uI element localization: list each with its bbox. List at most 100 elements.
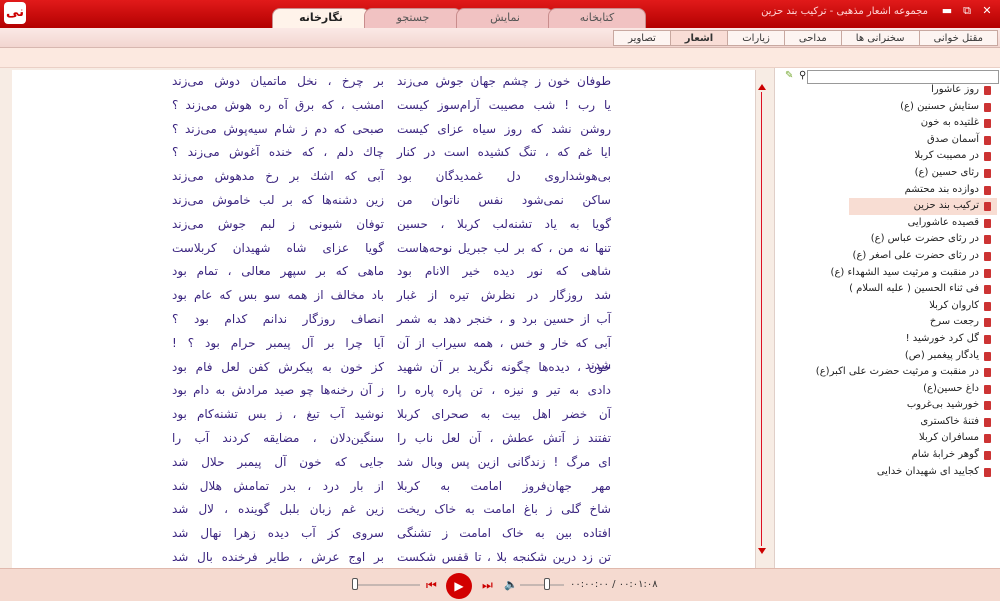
document-icon — [984, 202, 991, 212]
volume-icon[interactable]: 🔈 — [504, 578, 518, 591]
poem-line: چاك دلم ، که خنده آغوش می‌زند ؟ — [172, 145, 384, 160]
list-item[interactable]: کاروان کربلا — [775, 298, 997, 315]
play-button[interactable]: ▶ — [446, 573, 472, 599]
poem-right-column: طوفان خون ز چشم جهان جوش می‌زند یا رب ! ش… — [397, 70, 611, 568]
list-item[interactable]: در مصیبت کربلا — [775, 148, 997, 165]
list-item[interactable]: غلتیده به خون — [775, 115, 997, 132]
list-item-label: رثای حسین (ع) — [914, 166, 979, 178]
list-item[interactable]: دوازده بند محتشم — [775, 182, 997, 199]
poem-line: ایا غم که ، تنگ کشیده است در کنار — [397, 145, 611, 160]
poem-line: از بار درد ، بدر تمامش هلال شد — [172, 478, 384, 493]
document-icon — [984, 218, 991, 228]
list-item-label: فی ثناء الحسین ( علیه السلام ) — [849, 283, 979, 295]
list-item-label: کاروان کربلا — [929, 299, 979, 311]
document-icon — [984, 235, 991, 245]
poem-line: آب از حسین برد و ، خنجر دهد به شمر — [397, 311, 611, 326]
tab-search[interactable]: جستجو — [364, 8, 462, 28]
list-item[interactable]: داغ حسین(ع) — [775, 381, 997, 398]
poem-line: گویا به یاد تشنه‌لب کربلا ، حسین — [397, 216, 611, 231]
subtab-speeches[interactable]: سخنرانی ها — [840, 30, 920, 46]
volume-knob[interactable] — [544, 578, 550, 590]
poem-text-pane[interactable]: طوفان خون ز چشم جهان جوش می‌زند یا رب ! ش… — [12, 70, 756, 568]
list-item-label: ترکیب بند حزین — [913, 200, 979, 212]
subtab-maqtal[interactable]: مقتل خوانی — [918, 30, 998, 46]
list-item-label: رجعت سرخ — [929, 316, 979, 328]
document-icon — [984, 86, 991, 95]
seek-slider[interactable] — [356, 584, 420, 586]
list-item[interactable]: فتنهٔ خاکستری — [775, 414, 997, 431]
poem-line: ساکن نمی‌شود نفس ناتوان من — [397, 192, 611, 207]
list-item[interactable]: در رثای حضرت عباس (ع) — [775, 231, 997, 248]
pen-icon[interactable]: ✎ — [785, 70, 793, 81]
list-item-label: یادگار پیغمبر (ص) — [904, 349, 979, 361]
list-item[interactable]: فی ثناء الحسین ( علیه السلام ) — [775, 281, 997, 298]
list-item[interactable]: در منقبت و مرثیت حضرت علی اکبر(ع) — [775, 364, 997, 381]
close-icon[interactable]: ✕ — [980, 4, 994, 18]
document-icon — [984, 434, 991, 444]
time-display: ۰۰:۰۰:۰۰ / ۰۰:۰۱:۰۸ — [570, 579, 658, 590]
poem-line: جایی که خون آل پیمبر حلال شد — [172, 454, 384, 469]
poem-line: خون ، دیده‌ها چگونه نگرید بر آن شهید — [397, 359, 611, 374]
document-icon — [984, 102, 991, 112]
previous-icon[interactable]: ⏮ — [426, 578, 437, 593]
list-item[interactable]: در رثای حضرت علی اصغر (ع) — [775, 248, 997, 265]
list-item[interactable]: کجایید ای شهیدان خدایی — [775, 464, 997, 481]
next-icon[interactable]: ⏭ — [482, 578, 493, 593]
list-item[interactable]: ستایش حسنین (ع) — [775, 99, 997, 116]
tab-display[interactable]: نمایش — [456, 8, 554, 28]
minimize-icon[interactable]: ▬ — [940, 4, 954, 18]
list-item-label: در منقبت و مرثیت حضرت علی اکبر(ع) — [815, 366, 979, 378]
toolbar-strip — [0, 48, 1000, 68]
scroll-down-icon[interactable] — [758, 548, 766, 554]
poem-line: زین غم زبان بلبل گوینده ، لال شد — [172, 502, 384, 517]
document-icon — [984, 185, 991, 195]
tab-gallery[interactable]: نگارخانه — [272, 8, 370, 28]
poem-line: باد مخالف از همه سو بس که عام بود — [172, 288, 384, 303]
poem-line: روشن نشد که روز سیاه عزای کیست — [397, 121, 611, 136]
document-icon — [984, 401, 991, 411]
poem-line: تن زد درین شکنجه بلا ، تا قفس شکست — [397, 549, 611, 564]
list-item[interactable]: آسمان صدق — [775, 132, 997, 149]
document-icon — [984, 119, 991, 129]
poem-line: دادی به تیر و نیزه ، تن پاره پاره را — [397, 383, 611, 398]
poem-line: توفان شیونی ز لبم جوش می‌زند — [172, 216, 384, 231]
document-icon — [984, 268, 991, 278]
list-item[interactable]: مسافران کربلا — [775, 430, 997, 447]
search-icon[interactable]: ⚲ — [799, 70, 806, 81]
poem-line: افتاده بین به خاک امامت ز تشنگی — [397, 526, 611, 541]
poem-line: نوشید آب تیغ ، ز بس تشنه‌کام بود — [172, 407, 384, 422]
subtab-poems[interactable]: اشعار — [669, 30, 729, 46]
list-item[interactable]: خورشید بی‌غروب — [775, 397, 997, 414]
list-item-label: خورشید بی‌غروب — [906, 399, 979, 411]
volume-slider[interactable] — [520, 584, 564, 586]
document-icon — [984, 351, 991, 361]
list-item[interactable]: رثای حسین (ع) — [775, 165, 997, 182]
list-item[interactable]: رجعت سرخ — [775, 314, 997, 331]
tab-library[interactable]: کتابخانه — [548, 8, 646, 28]
subtab-eulogy[interactable]: مداحی — [783, 30, 842, 46]
scroll-track[interactable] — [761, 92, 762, 546]
list-item-label: کجایید ای شهیدان خدایی — [876, 465, 979, 477]
document-icon — [984, 368, 991, 378]
document-icon — [984, 467, 991, 477]
list-item[interactable]: روز عاشورا — [775, 82, 997, 99]
poem-line: آبی که خار و خس ، همه سیراب از آن شدند — [397, 335, 611, 372]
seek-knob[interactable] — [352, 578, 358, 590]
window-title: مجموعه اشعار مذهبی - ترکیب بند حزین — [761, 6, 928, 17]
list-item-label: گل کرد خورشید ! — [905, 332, 979, 344]
category-nav: مقتل خوانی سخنرانی ها مداحی زیارات اشعار… — [0, 28, 1000, 48]
poem-line: بی‌هوشداروی دل غمدیدگان بود — [397, 169, 611, 184]
subtab-images[interactable]: تصاویر — [613, 30, 671, 46]
text-scrollbar[interactable] — [756, 72, 768, 566]
restore-icon[interactable]: ⧉ — [960, 4, 974, 18]
list-item[interactable]: در منقبت و مرثیت سید الشهداء (ع) — [775, 265, 997, 282]
subtab-ziyarat[interactable]: زیارات — [727, 30, 785, 46]
poem-line: تنها نه من ، که بر لب جبریل نوحه‌هاست — [397, 240, 611, 255]
list-item[interactable]: گل کرد خورشید ! — [775, 331, 997, 348]
list-item[interactable]: قصیده عاشورایی — [775, 215, 997, 232]
list-item[interactable]: گوهر خرابهٔ شام — [775, 447, 997, 464]
list-item[interactable]: ترکیب بند حزین — [849, 198, 997, 215]
scroll-up-icon[interactable] — [758, 84, 766, 90]
list-item[interactable]: یادگار پیغمبر (ص) — [775, 348, 997, 365]
document-icon — [984, 318, 991, 328]
